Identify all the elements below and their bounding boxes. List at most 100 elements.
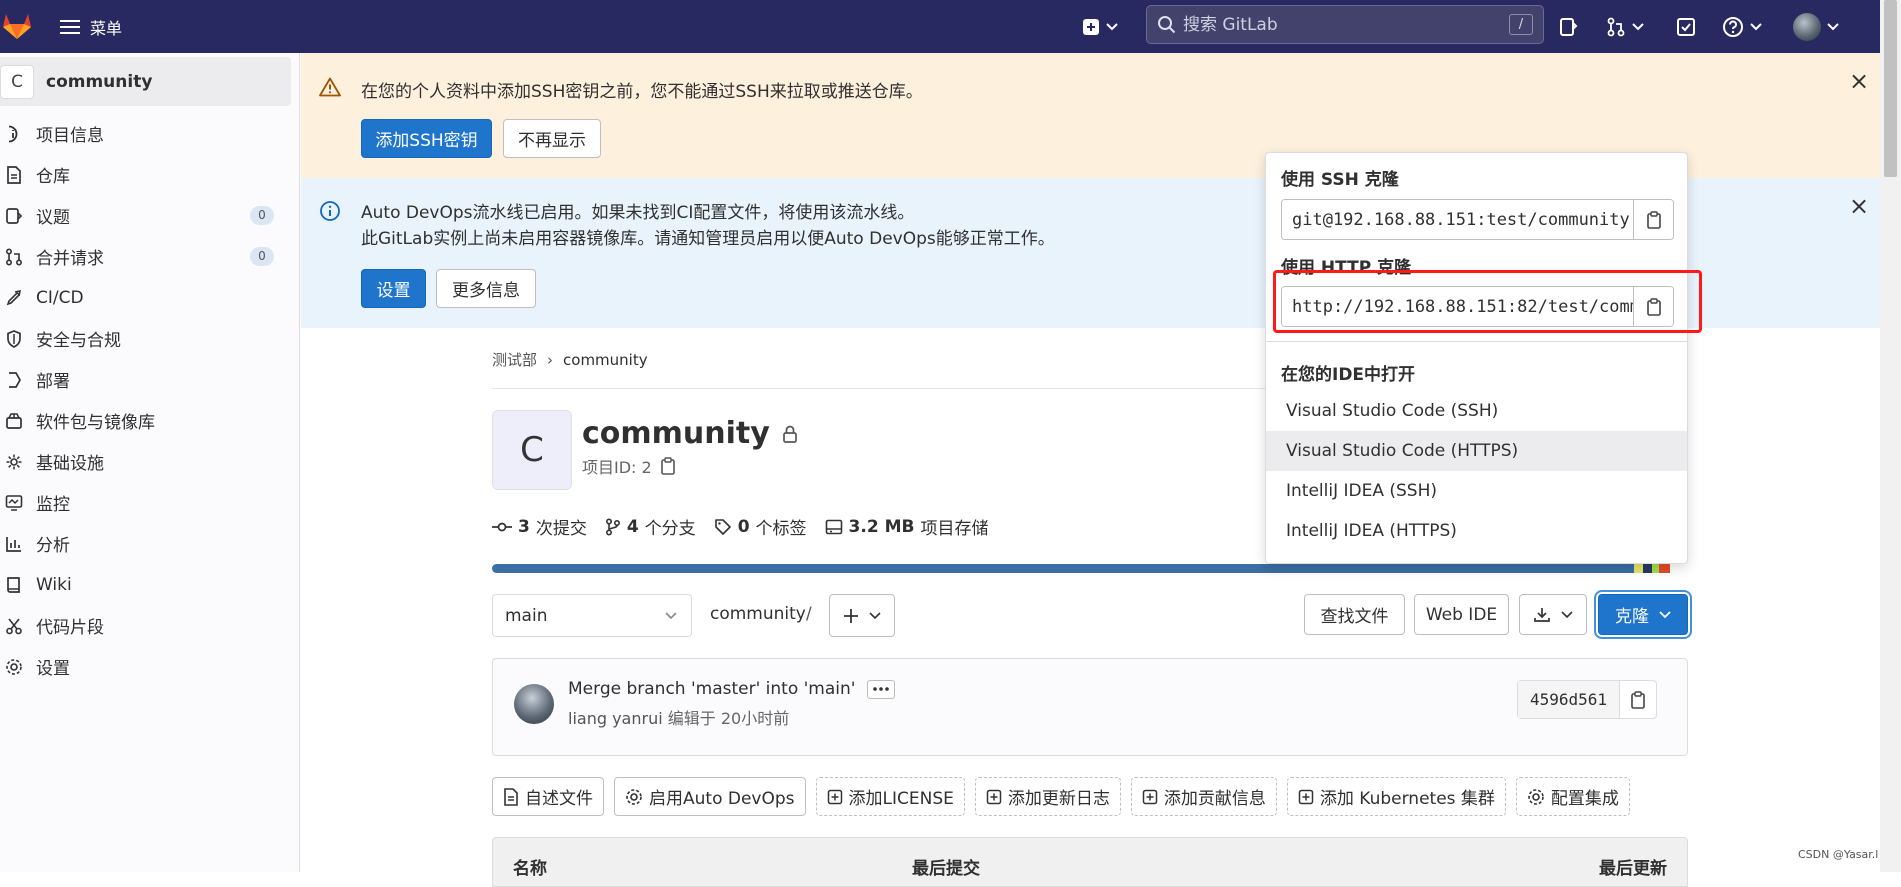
sidebar-project-header[interactable]: C community (0, 57, 291, 106)
repository-language-bar (492, 564, 1688, 573)
warning-icon (319, 77, 341, 97)
search-input[interactable] (1183, 14, 1483, 35)
sidebar-item-infrastructure[interactable]: 基础设施 (0, 441, 300, 482)
sidebar-item-security[interactable]: 安全与合规 (0, 318, 300, 359)
sidebar-item-label: Wiki (36, 574, 72, 595)
commit-author-avatar[interactable] (514, 684, 554, 724)
close-icon[interactable]: × (1849, 67, 1869, 95)
commits-stat[interactable]: 3 次提交 (492, 514, 587, 539)
user-menu-dropdown[interactable] (1793, 0, 1839, 53)
copy-icon[interactable] (660, 457, 676, 475)
sidebar-item-project-info[interactable]: 项目信息 (0, 113, 300, 154)
sidebar-item-label: 安全与合规 (36, 331, 121, 351)
help-dropdown[interactable] (1722, 0, 1762, 53)
commit-sha[interactable]: 4596d561 (1518, 681, 1621, 718)
project-avatar: C (492, 410, 572, 490)
commit-sha-group: 4596d561 (1517, 680, 1658, 719)
sidebar-item-issues[interactable]: 议题 0 (0, 195, 300, 236)
quick-action-button[interactable]: 配置集成 (1515, 777, 1630, 816)
dont-show-again-button[interactable]: 不再显示 (503, 119, 601, 158)
copy-icon[interactable] (1633, 200, 1673, 239)
sidebar-item-settings[interactable]: 设置 (0, 646, 300, 687)
todos-link[interactable] (1676, 0, 1696, 53)
quick-action-button[interactable]: 启用Auto DevOps (614, 777, 806, 816)
breadcrumb-project-link[interactable]: community (563, 351, 648, 369)
gear-icon (4, 658, 24, 676)
breadcrumb-separator: › (547, 350, 554, 369)
user-avatar (1793, 12, 1821, 41)
sidebar-item-label: 监控 (36, 495, 70, 515)
chevron-down-icon (1750, 22, 1762, 31)
more-info-button[interactable]: 更多信息 (436, 269, 536, 308)
quick-action-button[interactable]: 添加更新日志 (974, 777, 1121, 816)
sidebar-item-merge-requests[interactable]: 合并请求 0 (0, 236, 300, 277)
quick-action-label: 添加 Kubernetes 集群 (1319, 789, 1495, 809)
web-ide-button[interactable]: Web IDE (1414, 594, 1509, 635)
sidebar-item-packages[interactable]: 软件包与镜像库 (0, 400, 300, 441)
plus-square-icon (986, 789, 1002, 805)
new-item-dropdown[interactable] (1082, 0, 1118, 53)
project-id-text: 项目ID: 2 (582, 458, 652, 477)
add-ssh-key-button[interactable]: 添加SSH密钥 (361, 119, 492, 158)
quick-action-label: 添加更新日志 (1007, 789, 1110, 809)
ide-option-vscode-https[interactable]: Visual Studio Code (HTTPS) (1266, 431, 1687, 471)
download-icon (1533, 607, 1551, 623)
branches-stat[interactable]: 4 个分支 (605, 514, 696, 539)
storage-label: 项目存储 (920, 519, 989, 539)
repo-path-breadcrumb[interactable]: community (710, 604, 806, 624)
search-box[interactable]: / (1146, 5, 1544, 44)
chevron-down-icon (1561, 610, 1573, 619)
count-badge: 0 (250, 206, 274, 225)
merge-requests-dropdown[interactable] (1606, 0, 1644, 53)
column-last-commit: 最后提交 (912, 859, 980, 879)
monitor-icon (4, 494, 24, 512)
sidebar-item-wiki[interactable]: Wiki (0, 564, 300, 605)
find-file-button[interactable]: 查找文件 (1304, 594, 1405, 635)
scrollbar-thumb[interactable] (1884, 0, 1897, 177)
page-scrollbar[interactable] (1880, 0, 1901, 872)
sidebar-item-snippets[interactable]: 代码片段 (0, 605, 300, 646)
sidebar-item-cicd[interactable]: CI/CD (0, 277, 300, 318)
sidebar-item-monitor[interactable]: 监控 (0, 482, 300, 523)
sidebar-item-deployments[interactable]: 部署 (0, 359, 300, 400)
add-to-tree-dropdown[interactable] (829, 594, 895, 637)
sidebar-item-analytics[interactable]: 分析 (0, 523, 300, 564)
devops-settings-button[interactable]: 设置 (361, 269, 426, 308)
commit-title-link[interactable]: Merge branch 'master' into 'main' (568, 679, 855, 699)
menu-button[interactable]: 菜单 (60, 0, 122, 53)
close-icon[interactable]: × (1849, 192, 1869, 220)
storage-stat: 3.2 MB 项目存储 (825, 514, 989, 539)
breadcrumb-group-link[interactable]: 测试部 (492, 349, 537, 370)
page-title: community (582, 416, 798, 451)
package-icon (4, 412, 24, 430)
sidebar-item-repository[interactable]: 仓库 (0, 154, 300, 195)
rocket-icon (4, 289, 24, 307)
quick-action-button[interactable]: 添加LICENSE (815, 777, 965, 816)
ide-option-vscode-ssh[interactable]: Visual Studio Code (SSH) (1266, 391, 1687, 431)
gitlab-logo-icon[interactable] (0, 8, 34, 42)
tags-stat[interactable]: 0 个标签 (714, 514, 807, 539)
ssh-warning-text: 在您的个人资料中添加SSH密钥之前，您不能通过SSH来拉取或推送仓库。 (361, 82, 923, 102)
branch-icon (605, 517, 621, 536)
quick-action-label: 添加贡献信息 (1163, 789, 1266, 809)
quick-action-button[interactable]: 添加贡献信息 (1130, 777, 1277, 816)
download-dropdown[interactable] (1519, 594, 1587, 635)
copy-icon[interactable] (1620, 681, 1656, 718)
disk-icon (825, 519, 843, 535)
devops-info-text: Auto DevOps流水线已启用。如果未找到CI配置文件，将使用该流水线。 此… (361, 200, 1055, 252)
ellipsis-icon[interactable] (867, 679, 896, 699)
quick-action-button[interactable]: 添加 Kubernetes 集群 (1286, 777, 1506, 816)
ide-option-intellij-https[interactable]: IntelliJ IDEA (HTTPS) (1266, 511, 1687, 551)
quick-action-label: 配置集成 (1550, 789, 1619, 809)
commit-author-link[interactable]: liang yanrui (568, 709, 663, 728)
gear-icon (1527, 788, 1545, 806)
quick-action-button[interactable]: 自述文件 (492, 777, 604, 816)
commit-time: 编辑于 20小时前 (667, 709, 790, 728)
ssh-clone-url-input[interactable] (1282, 200, 1633, 239)
tags-label: 个标签 (755, 519, 807, 539)
branch-selector[interactable]: main (492, 594, 692, 637)
search-shortcut-hint: / (1509, 14, 1533, 35)
issues-link[interactable] (1558, 0, 1578, 53)
ide-option-intellij-ssh[interactable]: IntelliJ IDEA (SSH) (1266, 471, 1687, 511)
clone-dropdown-button[interactable]: 克隆 (1598, 594, 1688, 635)
